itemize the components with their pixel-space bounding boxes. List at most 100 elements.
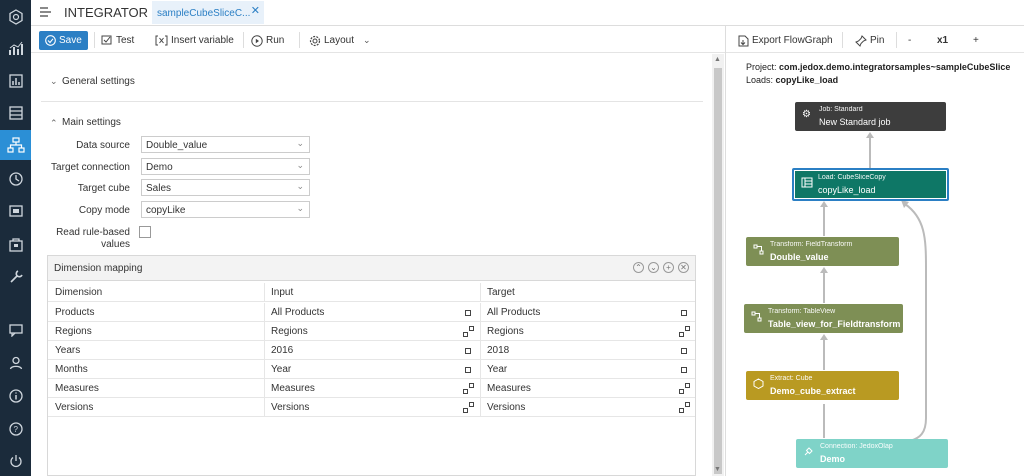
info-icon[interactable]	[0, 381, 31, 411]
node-type: Connection: JedoxOlap	[820, 443, 893, 450]
divider	[264, 360, 265, 378]
analytics-icon[interactable]	[0, 34, 31, 64]
flow-node-connection[interactable]: Connection: JedoxOlap Demo	[796, 439, 948, 468]
general-settings-header[interactable]: General settings	[62, 76, 135, 87]
table-row[interactable]: Months Year Year	[48, 360, 695, 379]
chat-icon[interactable]	[0, 315, 31, 345]
divider	[480, 398, 481, 416]
scrollbar-thumb[interactable]	[714, 68, 722, 474]
flow-node-tableview[interactable]: Transform: TableView Table_view_for_Fiel…	[744, 304, 903, 333]
table-row[interactable]: Regions Regions Regions	[48, 322, 695, 341]
input-cell[interactable]: 2016	[271, 345, 293, 356]
node-name: Double_value	[770, 252, 829, 262]
run-button[interactable]: Run	[251, 31, 284, 50]
store-icon[interactable]	[0, 230, 31, 260]
scheduler-icon[interactable]	[0, 164, 31, 194]
designer-icon[interactable]	[0, 196, 31, 226]
target-cube-select[interactable]: Sales ⌄	[141, 179, 310, 196]
element-select-icon[interactable]	[465, 310, 471, 316]
zoom-in-button[interactable]: +	[973, 31, 979, 50]
zoom-out-button[interactable]: -	[908, 31, 911, 50]
node-type: Load: CubeSliceCopy	[818, 174, 886, 181]
panel-divider[interactable]	[725, 26, 726, 476]
menu-icon[interactable]	[39, 6, 52, 21]
export-flowgraph-button[interactable]: Export FlowGraph	[738, 31, 833, 50]
element-select-icon[interactable]	[465, 348, 471, 354]
scroll-down-icon[interactable]: ▼	[714, 466, 721, 473]
copy-mode-value: copyLike	[146, 205, 186, 216]
flow-node-extract[interactable]: Extract: Cube Demo_cube_extract	[746, 371, 899, 400]
close-icon[interactable]: ✕	[251, 4, 260, 17]
wrench-icon[interactable]	[0, 262, 31, 292]
flow-node-fieldtransform[interactable]: Transform: FieldTransform Double_value	[746, 237, 899, 266]
transform-icon	[753, 244, 764, 258]
main-settings-header[interactable]: Main settings	[62, 117, 121, 128]
input-cell[interactable]: Year	[271, 364, 291, 375]
gear-icon	[309, 35, 321, 46]
target-cell[interactable]: Versions	[487, 402, 525, 413]
scroll-up-icon[interactable]: ▲	[714, 56, 721, 63]
element-select-icon[interactable]	[681, 310, 687, 316]
divider	[299, 32, 300, 48]
reports-icon[interactable]	[0, 66, 31, 96]
move-down-icon[interactable]: ⌄	[648, 262, 659, 273]
input-cell[interactable]: Measures	[271, 383, 315, 394]
target-cell[interactable]: Year	[487, 364, 507, 375]
chevron-down-icon[interactable]: ⌄	[50, 76, 58, 87]
column-header-target: Target	[487, 287, 515, 298]
chevron-down-icon: ⌄	[363, 35, 371, 45]
user-icon[interactable]	[0, 348, 31, 378]
flow-node-job[interactable]: ⚙ Job: Standard New Standard job	[795, 102, 946, 131]
vertical-scrollbar[interactable]: ▲ ▼	[712, 54, 724, 476]
divider	[480, 303, 481, 321]
element-select-icon[interactable]	[681, 348, 687, 354]
pin-button[interactable]: Pin	[855, 31, 884, 50]
project-info: Project: com.jedox.demo.integratorsample…	[746, 62, 1010, 72]
pin-label: Pin	[870, 35, 885, 46]
hexagon-logo-icon[interactable]	[0, 2, 31, 32]
svg-text:?: ?	[13, 425, 18, 434]
node-type: Transform: TableView	[768, 308, 836, 315]
save-button[interactable]: Save	[39, 31, 88, 50]
power-icon[interactable]	[0, 446, 31, 476]
layout-button[interactable]: Layout ⌄	[309, 31, 371, 50]
test-button[interactable]: Test	[101, 31, 134, 50]
copy-mode-label: Copy mode	[78, 205, 130, 216]
export-label: Export FlowGraph	[752, 35, 833, 46]
target-cell[interactable]: Measures	[487, 383, 531, 394]
move-up-icon[interactable]: ⌃	[633, 262, 644, 273]
flow-node-load[interactable]: Load: CubeSliceCopy copyLike_load	[792, 168, 949, 201]
element-select-icon[interactable]	[681, 367, 687, 373]
input-cell[interactable]: Regions	[271, 326, 308, 337]
add-icon[interactable]: +	[663, 262, 674, 273]
table-row[interactable]: Products All Products All Products	[48, 303, 695, 322]
element-select-icon[interactable]	[465, 367, 471, 373]
read-rule-checkbox[interactable]	[139, 226, 151, 238]
target-cell[interactable]: Regions	[487, 326, 524, 337]
data-source-label: Data source	[76, 140, 130, 151]
data-source-select[interactable]: Double_value ⌄	[141, 136, 310, 153]
target-cell[interactable]: 2018	[487, 345, 509, 356]
target-connection-select[interactable]: Demo ⌄	[141, 158, 310, 175]
target-cell[interactable]: All Products	[487, 307, 540, 318]
modeler-icon[interactable]	[0, 98, 31, 128]
input-cell[interactable]: All Products	[271, 307, 324, 318]
copy-mode-select[interactable]: copyLike ⌄	[141, 201, 310, 218]
dimension-mapping-panel: Dimension mapping ⌃ ⌄ + ✕ Dimension Inpu…	[47, 255, 696, 476]
tab-samplecubeslice[interactable]: sampleCubeSliceC... ✕	[152, 1, 264, 24]
remove-icon[interactable]: ✕	[678, 262, 689, 273]
transform-icon	[751, 311, 762, 325]
project-name: com.jedox.demo.integratorsamples~sampleC…	[779, 62, 1010, 72]
table-row[interactable]: Years 2016 2018	[48, 341, 695, 360]
chevron-down-icon: ⌄	[296, 181, 304, 191]
table-row[interactable]: Measures Measures Measures	[48, 379, 695, 398]
integrator-icon[interactable]	[0, 130, 31, 160]
chevron-up-icon[interactable]: ⌃	[50, 118, 58, 129]
insert-variable-button[interactable]: Insert variable	[155, 31, 234, 50]
test-icon	[101, 35, 112, 45]
divider	[480, 341, 481, 359]
input-cell[interactable]: Versions	[271, 402, 309, 413]
node-type: Transform: FieldTransform	[770, 241, 853, 248]
help-icon[interactable]: ?	[0, 414, 31, 444]
table-row[interactable]: Versions Versions Versions	[48, 398, 695, 417]
